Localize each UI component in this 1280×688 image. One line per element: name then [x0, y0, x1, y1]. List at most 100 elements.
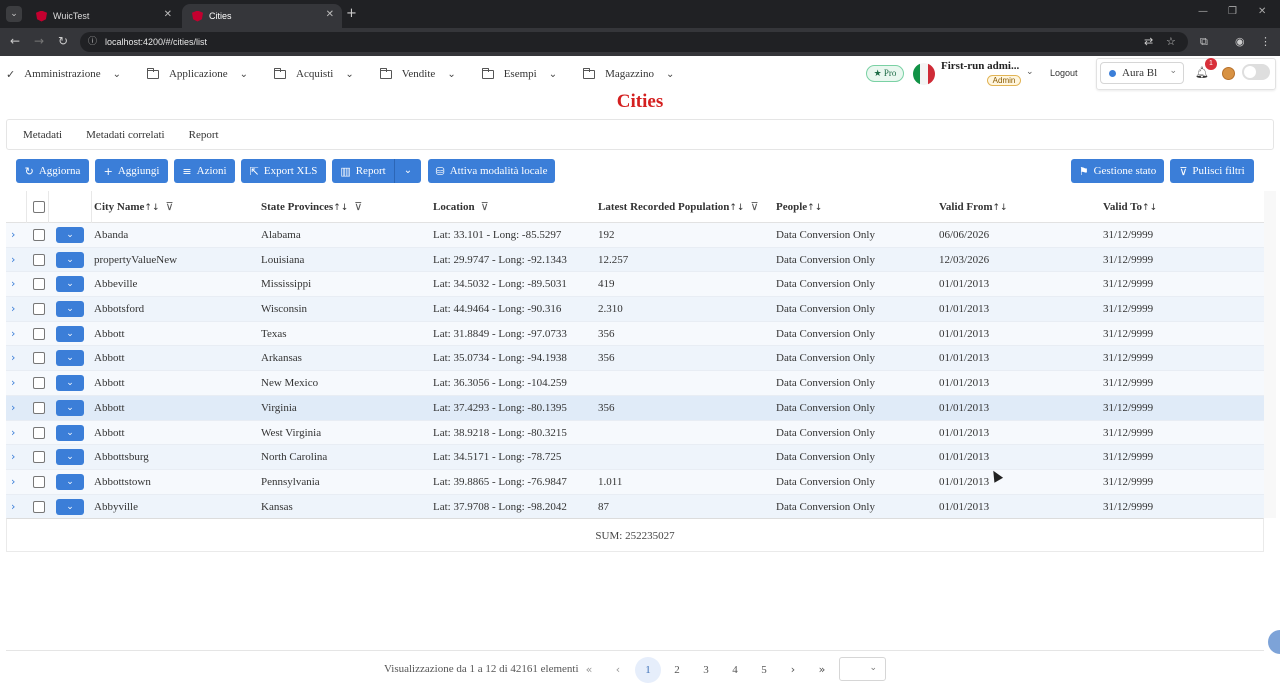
row-actions-chevron-icon[interactable]: ⌄ [56, 473, 84, 490]
sort-icon[interactable]: ↑↓ [333, 203, 348, 213]
row-actions-chevron-icon[interactable]: ⌄ [56, 375, 84, 392]
page-button[interactable]: 5 [751, 657, 777, 683]
table-row[interactable]: › ⌄ Abbott Texas Lat: 31.8849 - Long: -97.07… [6, 321, 1264, 347]
state-management-button[interactable]: ⚑ Gestione stato [1071, 159, 1164, 183]
expand-row-icon[interactable]: › [11, 401, 15, 414]
close-tab-icon[interactable]: ✕ [326, 9, 334, 20]
row-actions-chevron-icon[interactable]: ⌄ [56, 424, 84, 441]
expand-row-icon[interactable]: › [11, 376, 15, 389]
close-tab-icon[interactable]: ✕ [164, 9, 172, 20]
translate-icon[interactable]: ⇄ [1144, 35, 1153, 48]
expand-row-icon[interactable]: › [11, 500, 15, 513]
row-actions-chevron-icon[interactable]: ⌄ [56, 301, 84, 318]
report-dropdown-chevron-icon[interactable]: ⌄ [394, 159, 421, 183]
menu-acquisti[interactable]: Acquisti ⌄ [274, 67, 354, 80]
pro-badge[interactable]: ★ Pro [866, 65, 904, 82]
row-actions-chevron-icon[interactable]: ⌄ [56, 227, 84, 243]
menu-amministrazione[interactable]: ✓ Amministrazione ⌄ [6, 68, 121, 81]
report-button[interactable]: ▥ Report [332, 159, 394, 183]
row-actions-chevron-icon[interactable]: ⌄ [56, 449, 84, 466]
previous-page-icon[interactable]: ‹ [605, 657, 631, 683]
row-checkbox[interactable] [33, 229, 45, 241]
extensions-icon[interactable]: ⧉ [1200, 35, 1208, 49]
menu-magazzino[interactable]: Magazzino ⌄ [583, 67, 674, 80]
tab-search-icon[interactable]: ⌄ [6, 6, 22, 22]
profile-icon[interactable]: ◉ [1235, 35, 1245, 48]
sort-icon[interactable]: ↑↓ [807, 203, 822, 213]
expand-row-icon[interactable]: › [11, 426, 15, 439]
table-row[interactable]: › ⌄ Abbott West Virginia Lat: 38.9218 - Long… [6, 420, 1264, 446]
row-checkbox[interactable] [33, 426, 45, 439]
table-row[interactable]: › ⌄ Abbottsburg North Carolina Lat: 34.5171 … [6, 445, 1264, 470]
dark-mode-toggle[interactable] [1242, 64, 1270, 80]
table-row[interactable]: › ⌄ Abbott Virginia Lat: 37.4293 - Long: -80… [6, 395, 1264, 421]
browser-tab-wuictest[interactable]: WuicTest ✕ [26, 4, 180, 28]
page-button[interactable]: 3 [693, 657, 719, 683]
page-button[interactable]: 4 [722, 657, 748, 683]
row-actions-chevron-icon[interactable]: ⌄ [56, 498, 84, 515]
table-row[interactable]: › ⌄ Abanda Alabama Lat: 33.101 - Long: -85.5… [6, 223, 1264, 248]
expand-row-icon[interactable]: › [11, 327, 15, 340]
refresh-button[interactable]: ↻ Aggiorna [16, 159, 89, 183]
row-actions-chevron-icon[interactable]: ⌄ [56, 399, 84, 416]
rows-per-page-select[interactable]: ⌄ [839, 657, 886, 681]
table-row[interactable]: › ⌄ Abbottstown Pennsylvania Lat: 39.8865 - … [6, 469, 1264, 495]
forward-icon[interactable]: → [34, 34, 44, 48]
row-checkbox[interactable] [33, 401, 45, 414]
logout-link[interactable]: Logout [1050, 68, 1078, 78]
expand-row-icon[interactable]: › [11, 277, 15, 290]
menu-esempi[interactable]: Esempi ⌄ [481, 67, 557, 80]
reload-icon[interactable]: ↻ [58, 34, 68, 48]
minimize-icon[interactable]: — [1198, 6, 1208, 17]
row-checkbox[interactable] [33, 303, 45, 316]
sort-icon[interactable]: ↑↓ [992, 203, 1007, 213]
row-checkbox[interactable] [33, 475, 45, 488]
table-row[interactable]: › ⌄ Abbeville Mississippi Lat: 34.5032 - Lon… [6, 272, 1264, 298]
export-xls-button[interactable]: ⇱ Export XLS [241, 159, 326, 183]
select-all-checkbox[interactable] [33, 201, 45, 213]
filter-icon[interactable]: ⊽ [166, 200, 174, 213]
column-header-state[interactable]: State Provinces↑↓ ⊽ [261, 191, 362, 223]
row-checkbox[interactable] [33, 327, 45, 340]
row-actions-chevron-icon[interactable]: ⌄ [56, 276, 84, 293]
row-checkbox[interactable] [33, 352, 45, 365]
row-actions-chevron-icon[interactable]: ⌄ [56, 251, 84, 268]
tab-report[interactable]: Report [189, 129, 219, 141]
expand-row-icon[interactable]: › [11, 475, 15, 488]
column-header-people[interactable]: People↑↓ [776, 191, 822, 223]
theme-select[interactable]: Aura Bl ⌄ [1100, 62, 1184, 84]
last-page-icon[interactable]: » [809, 657, 835, 683]
table-row[interactable]: › ⌄ propertyValueNew Louisiana Lat: 29.9747 … [6, 247, 1264, 273]
row-actions-chevron-icon[interactable]: ⌄ [56, 325, 84, 342]
bookmark-star-icon[interactable]: ☆ [1166, 35, 1176, 48]
column-header-valid-from[interactable]: Valid From↑↓ [939, 191, 1008, 223]
expand-row-icon[interactable]: › [11, 253, 15, 266]
expand-row-icon[interactable]: › [11, 228, 15, 241]
tab-metadati-correlati[interactable]: Metadati correlati [86, 129, 165, 141]
chevron-down-icon[interactable]: ⌄ [1026, 67, 1034, 77]
row-checkbox[interactable] [33, 377, 45, 390]
browser-tab-cities[interactable]: Cities ✕ [182, 4, 342, 28]
clear-filters-button[interactable]: ⊽ Pulisci filtri [1170, 159, 1254, 183]
column-header-city[interactable]: City Name↑↓ ⊽ [94, 191, 174, 223]
new-tab-icon[interactable]: + [346, 6, 357, 21]
page-button[interactable]: 1 [635, 657, 661, 683]
tab-metadati[interactable]: Metadati [23, 129, 62, 141]
close-window-icon[interactable]: ✕ [1258, 6, 1266, 17]
row-checkbox[interactable] [33, 500, 45, 513]
row-checkbox[interactable] [33, 253, 45, 266]
filter-icon[interactable]: ⊽ [354, 200, 362, 213]
sort-icon[interactable]: ↑↓ [144, 203, 159, 213]
table-row[interactable]: › ⌄ Abbott New Mexico Lat: 36.3056 - Long: -… [6, 371, 1264, 396]
url-input[interactable]: ⓘ localhost:4200/#/cities/list [80, 32, 1188, 52]
add-button[interactable]: + Aggiungi [95, 159, 168, 183]
column-header-location[interactable]: Location ⊽ [433, 191, 489, 223]
menu-vendite[interactable]: Vendite ⌄ [379, 67, 456, 80]
table-scrollbar[interactable] [1264, 191, 1276, 518]
row-checkbox[interactable] [33, 278, 45, 291]
table-row[interactable]: › ⌄ Abbyville Kansas Lat: 37.9708 - Long: -9… [6, 494, 1264, 520]
next-page-icon[interactable]: › [780, 657, 806, 683]
italian-flag-icon[interactable] [913, 63, 935, 85]
sort-icon[interactable]: ↑↓ [729, 203, 744, 213]
site-info-icon[interactable]: ⓘ [88, 32, 97, 52]
